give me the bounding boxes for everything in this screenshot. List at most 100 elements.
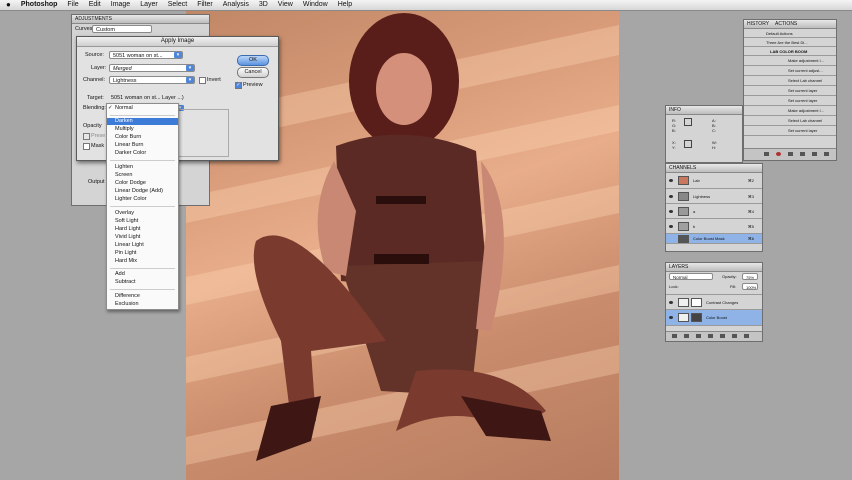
- trash-icon[interactable]: [744, 334, 749, 338]
- layer-row-selected[interactable]: Color Boost: [666, 310, 762, 326]
- mask-icon[interactable]: [696, 334, 701, 338]
- tab-actions[interactable]: ACTIONS: [775, 20, 797, 28]
- new-layer-icon[interactable]: [732, 334, 737, 338]
- source-select[interactable]: 5051 woman on st... ▾: [109, 51, 183, 59]
- output-label: Output: [88, 179, 105, 185]
- action-step[interactable]: Set current layer: [744, 86, 836, 96]
- dropdown-item-lighten[interactable]: Lighten: [107, 164, 178, 171]
- action-item[interactable]: LAB COLOR BOOM: [744, 47, 836, 56]
- source-label: Source:: [85, 52, 104, 58]
- action-step[interactable]: Make adjustment l...: [744, 56, 836, 66]
- dropdown-item-darken[interactable]: Darken: [107, 118, 178, 125]
- dropdown-item-pin-light[interactable]: Pin Light: [107, 250, 178, 257]
- dropdown-item-color-burn[interactable]: Color Burn: [107, 134, 178, 141]
- action-set-item[interactable]: Default Actions: [744, 29, 836, 38]
- new-set-icon[interactable]: [800, 152, 805, 156]
- layer-row[interactable]: Contrast Changes: [666, 294, 762, 310]
- menu-3d[interactable]: 3D: [254, 0, 273, 10]
- dropdown-item-normal[interactable]: ✓ Normal: [107, 105, 178, 112]
- dropdown-item-hard-light[interactable]: Hard Light: [107, 226, 178, 233]
- preset-select[interactable]: Custom: [92, 25, 152, 33]
- menu-window[interactable]: Window: [298, 0, 333, 10]
- dropdown-item-exclusion[interactable]: Exclusion: [107, 301, 178, 308]
- menu-select[interactable]: Select: [163, 0, 192, 10]
- dropdown-item-multiply[interactable]: Multiply: [107, 126, 178, 133]
- menu-analysis[interactable]: Analysis: [218, 0, 254, 10]
- layer-thumbnail: [678, 313, 689, 322]
- preview-checkbox[interactable]: ✓: [235, 82, 242, 89]
- dropdown-item-linear-dodge[interactable]: Linear Dodge (Add): [107, 188, 178, 195]
- action-step[interactable]: Select Lab channel: [744, 76, 836, 86]
- eye-icon[interactable]: [669, 301, 673, 304]
- opacity-value: 75%: [746, 275, 755, 280]
- fx-icon[interactable]: [684, 334, 689, 338]
- preserve-checkbox[interactable]: [83, 133, 90, 140]
- channel-thumbnail: [678, 176, 689, 185]
- eye-icon[interactable]: [669, 316, 673, 319]
- channel-thumbnail: [678, 192, 689, 201]
- apple-icon[interactable]: ●: [0, 0, 16, 10]
- dropdown-item-lighter-color[interactable]: Lighter Color: [107, 196, 178, 203]
- menu-filter[interactable]: Filter: [192, 0, 218, 10]
- menu-help[interactable]: Help: [333, 0, 357, 10]
- eye-icon[interactable]: [669, 179, 673, 182]
- channel-row[interactable]: Lightness ⌘3: [666, 189, 762, 204]
- invert-checkbox[interactable]: [199, 77, 206, 84]
- channel-row[interactable]: a ⌘4: [666, 204, 762, 219]
- dropdown-item-darker-color[interactable]: Darker Color: [107, 150, 178, 157]
- dropdown-item-hard-mix[interactable]: Hard Mix: [107, 258, 178, 265]
- dropdown-item-screen[interactable]: Screen: [107, 172, 178, 179]
- action-step[interactable]: Set current layer: [744, 96, 836, 106]
- menu-file[interactable]: File: [62, 0, 83, 10]
- eye-icon[interactable]: [669, 195, 673, 198]
- info-label-h: H:: [712, 145, 716, 150]
- action-step[interactable]: Set current layer: [744, 126, 836, 136]
- dropdown-item-add[interactable]: Add: [107, 271, 178, 278]
- trash-icon[interactable]: [824, 152, 829, 156]
- folder-icon[interactable]: [720, 334, 725, 338]
- link-icon[interactable]: [672, 334, 677, 338]
- channel-shortcut: ⌘5: [747, 224, 754, 229]
- layer-mask-thumbnail: [691, 313, 702, 322]
- channel-shortcut: ⌘3: [747, 194, 754, 199]
- dropdown-item-vivid-light[interactable]: Vivid Light: [107, 234, 178, 241]
- channel-select[interactable]: Lightness ▾: [109, 76, 195, 84]
- menu-photoshop[interactable]: Photoshop: [16, 0, 63, 10]
- dropdown-item-linear-burn[interactable]: Linear Burn: [107, 142, 178, 149]
- channel-row[interactable]: Lab ⌘2: [666, 173, 762, 189]
- dropdown-item-color-dodge[interactable]: Color Dodge: [107, 180, 178, 187]
- eye-icon[interactable]: [669, 210, 673, 213]
- opacity-input[interactable]: 75%: [742, 273, 758, 280]
- dropdown-item-soft-light[interactable]: Soft Light: [107, 218, 178, 225]
- ok-button[interactable]: OK: [237, 55, 269, 66]
- dropdown-item-difference[interactable]: Difference: [107, 293, 178, 300]
- stop-icon[interactable]: [764, 152, 769, 156]
- record-icon[interactable]: [776, 152, 781, 156]
- tab-history[interactable]: HISTORY: [747, 20, 769, 28]
- dropdown-separator: [110, 206, 175, 207]
- layer-blend-mode-select[interactable]: Normal: [669, 273, 713, 280]
- menu-view[interactable]: View: [273, 0, 298, 10]
- mask-checkbox[interactable]: [83, 143, 90, 150]
- dropdown-item-overlay[interactable]: Overlay: [107, 210, 178, 217]
- menu-edit[interactable]: Edit: [84, 0, 106, 10]
- action-step[interactable]: Make adjustment l...: [744, 106, 836, 116]
- layer-select[interactable]: Merged ▾: [109, 64, 195, 72]
- dropdown-item-linear-light[interactable]: Linear Light: [107, 242, 178, 249]
- action-set-item[interactable]: Three Are the Best Di...: [744, 38, 836, 47]
- eye-icon[interactable]: [669, 225, 673, 228]
- fill-input[interactable]: 100%: [742, 283, 758, 290]
- dropdown-item-subtract[interactable]: Subtract: [107, 279, 178, 286]
- play-icon[interactable]: [788, 152, 793, 156]
- action-step[interactable]: Set current adjust...: [744, 66, 836, 76]
- menu-layer[interactable]: Layer: [135, 0, 163, 10]
- info-label-b: B:: [672, 128, 676, 133]
- action-step[interactable]: Select Lab channel: [744, 116, 836, 126]
- channel-row-selected[interactable]: Color Boost Mask ⌘6: [666, 234, 762, 244]
- adjustment-layer-icon[interactable]: [708, 334, 713, 338]
- channel-row[interactable]: b ⌘5: [666, 219, 762, 234]
- new-action-icon[interactable]: [812, 152, 817, 156]
- menu-image[interactable]: Image: [106, 0, 135, 10]
- checkmark-icon: ✓: [108, 105, 113, 111]
- cancel-button[interactable]: Cancel: [237, 67, 269, 78]
